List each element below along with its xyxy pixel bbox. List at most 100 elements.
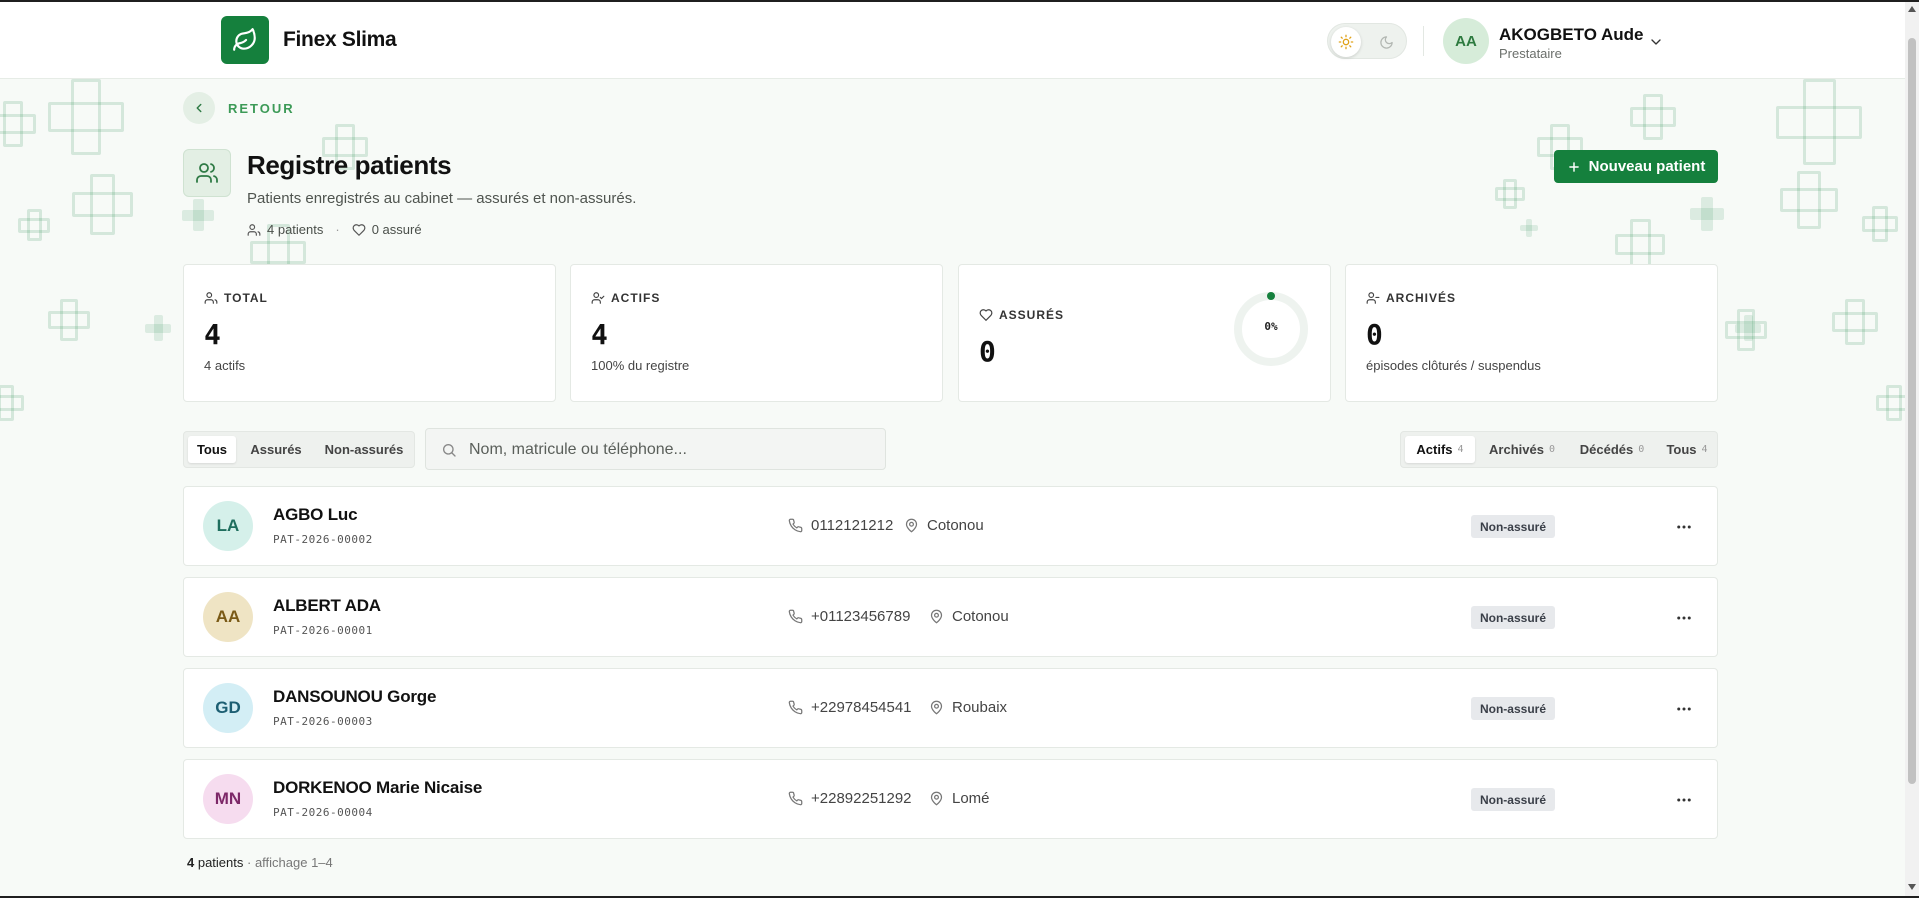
patient-name[interactable]: DANSOUNOU Gorge [273, 687, 436, 707]
more-horizontal-icon [1677, 707, 1691, 711]
stat-card-actifs: ACTIFS 4 100% du registre [570, 264, 943, 402]
back-link[interactable]: RETOUR [228, 101, 295, 116]
phone-icon [788, 609, 803, 624]
stat-assures-value: 0 [979, 335, 996, 368]
new-patient-button[interactable]: Nouveau patient [1554, 150, 1718, 183]
patient-row[interactable]: LA AGBO Luc PAT-2026-00002 0112121212 Cotono… [183, 486, 1718, 566]
top-header: Finex Slima AA AKOGBETO Aude Prestataire [0, 2, 1905, 79]
scroll-up-arrow[interactable] [1908, 6, 1916, 12]
patient-city-text: Lomé [952, 790, 990, 807]
meta-separator: · [335, 222, 340, 237]
tab-status-decedes-label: Décédés [1579, 442, 1634, 457]
tab-status-tous-count: 4 [1701, 444, 1708, 455]
tab-status-tous[interactable]: Tous 4 [1659, 436, 1715, 463]
scroll-down-arrow[interactable] [1908, 884, 1916, 890]
patient-row[interactable]: GD DANSOUNOU Gorge PAT-2026-00003 +22978454… [183, 668, 1718, 748]
decorative-cross [0, 385, 24, 421]
insurance-status-badge: Non-assuré [1471, 788, 1555, 811]
user-minus-icon [1366, 292, 1380, 304]
meta-assured-count: 0 assuré [371, 222, 422, 237]
stat-total-label: TOTAL [224, 291, 268, 305]
row-actions-button[interactable] [1672, 515, 1696, 539]
decorative-cross [1876, 385, 1905, 421]
insurance-status-badge: Non-assuré [1471, 697, 1555, 720]
status-filter-tabs: Actifs 4 Archivés 0 Décédés 0 Tous 4 [1400, 431, 1718, 468]
decorative-cross [1862, 206, 1898, 242]
tab-status-actifs-label: Actifs [1416, 442, 1453, 457]
decorative-cross [1630, 94, 1676, 140]
page-scrollbar[interactable] [1905, 2, 1919, 896]
tab-status-tous-label: Tous [1666, 442, 1697, 457]
patient-name[interactable]: ALBERT ADA [273, 596, 381, 616]
stat-assures-label: ASSURÉS [999, 308, 1065, 322]
map-pin-icon [905, 518, 918, 533]
map-pin-icon [930, 791, 943, 806]
decorative-cross [1520, 219, 1538, 237]
patient-row[interactable]: MN DORKENOO Marie Nicaise PAT-2026-00004 +2… [183, 759, 1718, 839]
leaf-icon [233, 28, 256, 51]
map-pin-icon [930, 609, 943, 624]
decorative-cross [1735, 315, 1761, 341]
light-mode-option[interactable] [1331, 27, 1361, 57]
tab-non-assures[interactable]: Non-assurés [316, 436, 412, 463]
back-button[interactable] [183, 92, 215, 124]
tab-status-archives[interactable]: Archivés 0 [1479, 436, 1565, 463]
stat-assures-label-row: ASSURÉS [979, 308, 1064, 322]
users-icon [196, 163, 218, 183]
patient-phone-text: 0112121212 [811, 517, 894, 534]
tab-tous[interactable]: Tous [188, 436, 236, 463]
user-avatar[interactable]: AA [1443, 18, 1489, 64]
theme-toggle[interactable] [1327, 23, 1407, 59]
patient-matricule: PAT-2026-00002 [273, 533, 373, 546]
patient-row[interactable]: AA ALBERT ADA PAT-2026-00001 +01123456789 Co… [183, 577, 1718, 657]
patient-phone: +22892251292 [788, 790, 912, 807]
patient-city-text: Roubaix [952, 699, 1008, 716]
tab-status-decedes[interactable]: Décédés 0 [1569, 436, 1655, 463]
scroll-thumb[interactable] [1908, 38, 1916, 784]
more-horizontal-icon [1677, 798, 1691, 802]
stat-actifs-label: ACTIFS [611, 291, 661, 305]
patient-city: Roubaix [929, 699, 1007, 716]
stat-archives-label-row: ARCHIVÉS [1366, 291, 1456, 305]
row-actions-button[interactable] [1672, 697, 1696, 721]
row-actions-button[interactable] [1672, 606, 1696, 630]
tab-assures[interactable]: Assurés [240, 436, 312, 463]
map-pin-icon [930, 700, 943, 715]
more-horizontal-icon [1677, 525, 1691, 529]
user-name[interactable]: AKOGBETO Aude [1499, 25, 1644, 45]
chevron-down-icon[interactable] [1648, 34, 1664, 50]
insurance-status-badge: Non-assuré [1471, 515, 1555, 538]
row-actions-button[interactable] [1672, 788, 1696, 812]
patient-city: Cotonou [904, 517, 984, 534]
search-input[interactable] [469, 437, 869, 463]
tab-status-actifs[interactable]: Actifs 4 [1405, 436, 1475, 463]
moon-icon [1379, 35, 1393, 49]
new-patient-label: Nouveau patient [1588, 158, 1706, 175]
app-name: Finex Slima [283, 28, 397, 51]
users-icon [247, 223, 261, 236]
header-divider [1423, 26, 1424, 56]
patient-phone: +01123456789 [788, 608, 910, 625]
patient-city: Cotonou [929, 608, 1009, 625]
patient-phone: 0112121212 [788, 517, 893, 534]
heart-handshake-icon [979, 309, 993, 322]
user-check-icon [591, 292, 605, 304]
stat-total-label-row: TOTAL [204, 291, 268, 305]
patient-name[interactable]: DORKENOO Marie Nicaise [273, 778, 482, 798]
dark-mode-option[interactable] [1376, 32, 1396, 52]
patient-name[interactable]: AGBO Luc [273, 505, 358, 525]
patient-city: Lomé [929, 790, 990, 807]
insurance-filter-tabs: Tous Assurés Non-assurés [183, 431, 415, 468]
phone-icon [788, 518, 803, 533]
pagination-summary: 4 patients · affichage 1–4 [187, 855, 333, 870]
stat-card-total: TOTAL 4 4 actifs [183, 264, 556, 402]
decorative-cross [1495, 179, 1525, 209]
decorative-cross [1776, 79, 1862, 165]
stat-total-value: 4 [204, 318, 221, 351]
patient-avatar: MN [203, 774, 253, 824]
app-logo[interactable] [221, 16, 269, 64]
tab-status-archives-count: 0 [1548, 444, 1555, 455]
users-icon [204, 292, 218, 304]
patient-matricule: PAT-2026-00004 [273, 806, 373, 819]
patient-phone-text: +01123456789 [811, 608, 911, 625]
